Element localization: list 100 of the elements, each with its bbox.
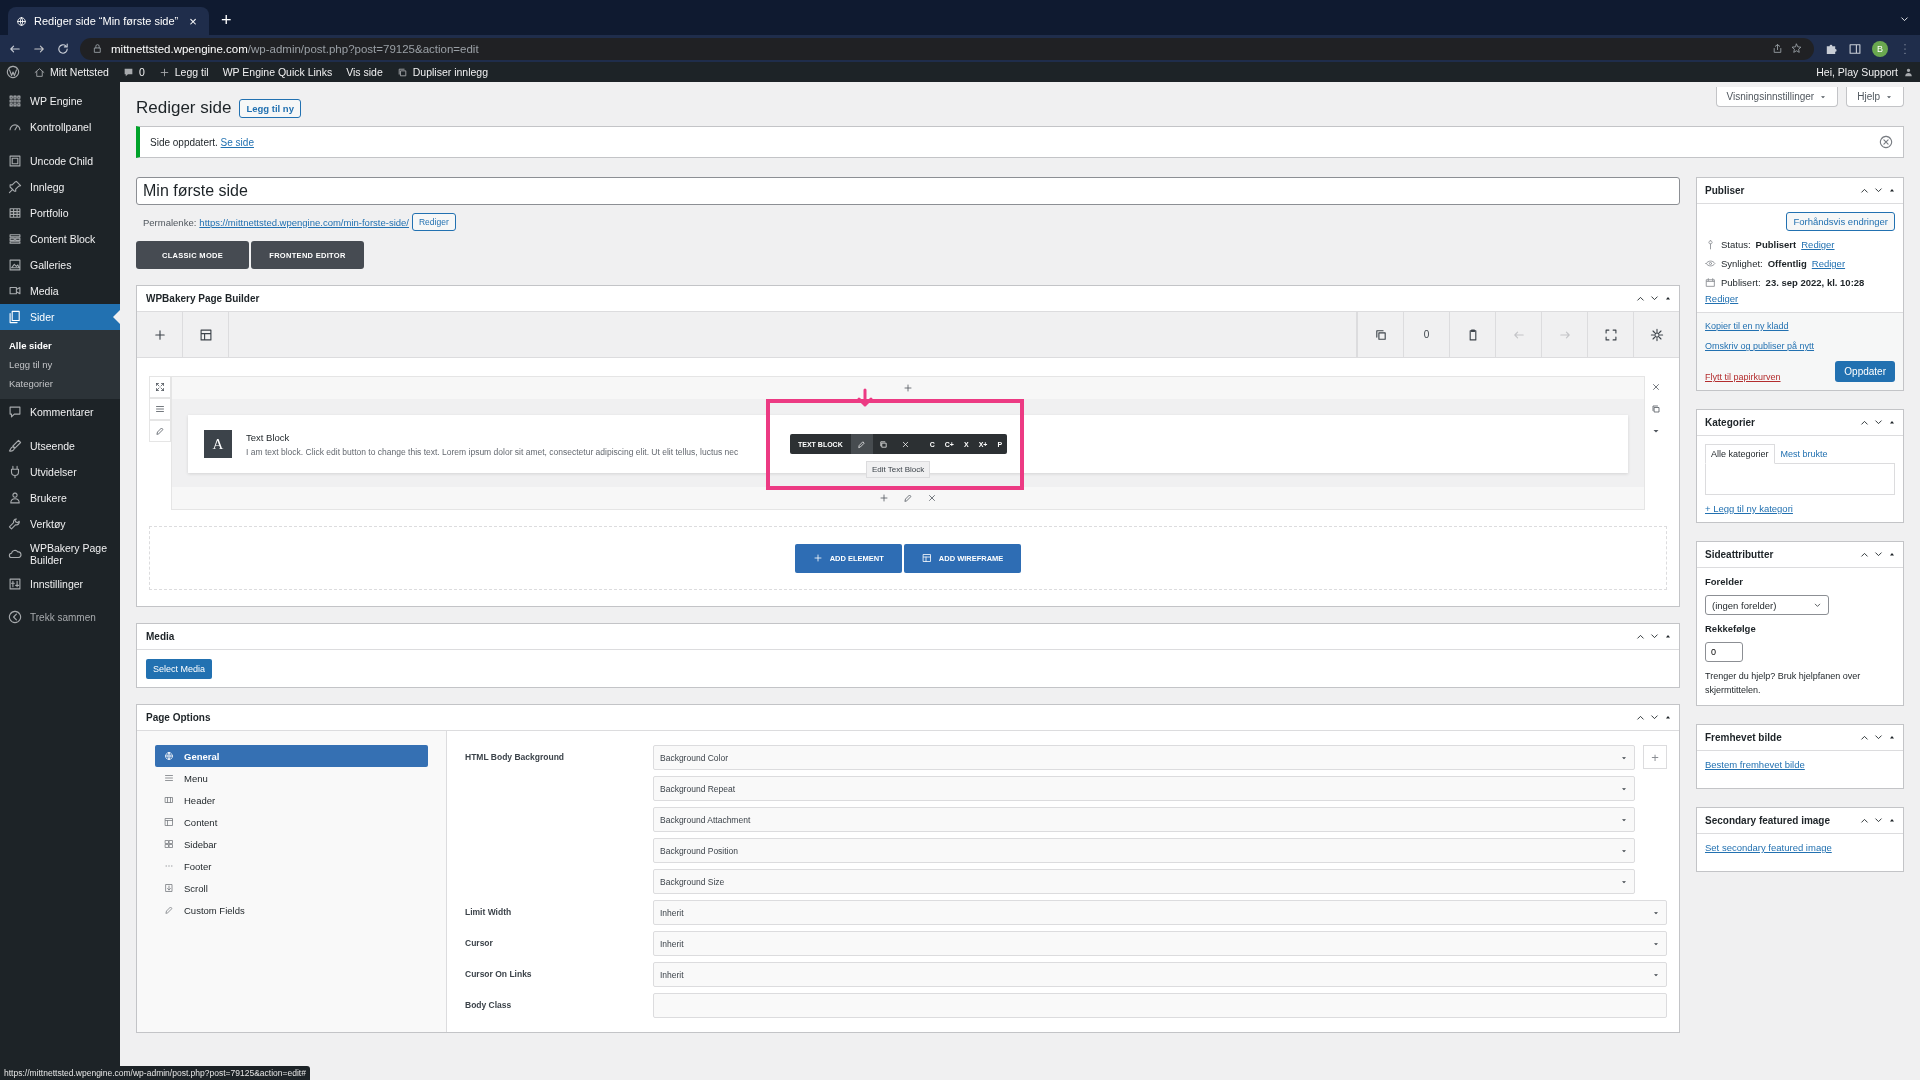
options-tab[interactable]: General xyxy=(155,745,428,767)
settings-icon[interactable] xyxy=(1649,327,1664,342)
title-field[interactable]: Min første side xyxy=(136,177,1680,205)
fullscreen-icon[interactable] xyxy=(1603,327,1618,342)
menu-item[interactable]: WPBakery Page Builder xyxy=(0,537,120,571)
view-page-link[interactable]: Se side xyxy=(220,136,254,148)
select-field[interactable]: Inherit xyxy=(653,931,1667,956)
edit-link[interactable]: Rediger xyxy=(1705,293,1739,304)
add-new-button[interactable]: Legg til ny xyxy=(239,98,301,118)
action-link[interactable]: Omskriv og publiser på nytt xyxy=(1705,341,1895,351)
address-bar[interactable]: mittnettsted.wpengine.com/wp-admin/post.php?post=79125&action=edit xyxy=(80,37,1814,60)
screen-tab-button[interactable]: Hjelp xyxy=(1846,87,1904,107)
preview-button[interactable]: Forhåndsvis endringer xyxy=(1786,212,1895,231)
menu-icon[interactable] xyxy=(155,404,165,414)
options-tab[interactable]: Footer xyxy=(155,855,428,877)
browser-tab[interactable]: Rediger side “Min første side” × xyxy=(8,7,209,35)
featured-image-link[interactable]: Set secondary featured image xyxy=(1705,842,1895,853)
close-icon[interactable] xyxy=(1879,135,1893,149)
menu-item[interactable]: Kommentarer xyxy=(0,399,120,425)
close-icon[interactable] xyxy=(1651,382,1661,392)
logo-icon[interactable] xyxy=(6,65,20,79)
plus-icon[interactable] xyxy=(152,327,167,342)
action-link[interactable]: Kopier til en ny kladd xyxy=(1705,321,1895,331)
submenu-item[interactable]: Alle sider xyxy=(0,336,120,355)
reload-icon[interactable] xyxy=(56,41,70,56)
select-field[interactable]: Inherit xyxy=(653,962,1667,987)
eye-icon xyxy=(1705,258,1716,269)
select-field[interactable]: Inherit xyxy=(653,900,1667,925)
menu-item[interactable]: Utvidelser xyxy=(0,459,120,485)
options-tab[interactable]: Custom Fields xyxy=(155,899,428,921)
screen-tab-button[interactable]: Visningsinnstillinger xyxy=(1715,87,1839,107)
close-icon[interactable] xyxy=(927,493,937,503)
copy-icon[interactable] xyxy=(879,439,889,449)
select-field[interactable]: Background Repeat xyxy=(653,776,1635,801)
pencil-icon[interactable] xyxy=(857,439,867,449)
options-tab[interactable]: Scroll xyxy=(155,877,428,899)
submenu-item[interactable]: Legg til ny xyxy=(0,355,120,374)
options-tab[interactable]: Menu xyxy=(155,767,428,789)
category-tab[interactable]: Alle kategorier xyxy=(1705,444,1775,464)
layout-icon xyxy=(164,817,174,827)
box-title: Publiser xyxy=(1705,185,1745,196)
admin-bar-link[interactable]: Vis side xyxy=(346,66,383,78)
menu-item[interactable]: Innstillinger xyxy=(0,571,120,597)
featured-image-link[interactable]: Bestem fremhevet bilde xyxy=(1705,759,1895,770)
select-field[interactable]: Background Position xyxy=(653,838,1635,863)
menu-item[interactable]: Innlegg xyxy=(0,174,120,200)
admin-bar-link[interactable]: WP Engine Quick Links xyxy=(222,66,333,78)
select-field[interactable]: Background Attachment xyxy=(653,807,1635,832)
menu-item[interactable]: Galleries xyxy=(0,252,120,278)
menu-item[interactable]: Uncode Child xyxy=(0,148,120,174)
menu-item[interactable]: Media xyxy=(0,278,120,304)
select-media-button[interactable]: Select Media xyxy=(146,659,213,679)
edit-link[interactable]: Rediger xyxy=(1801,239,1835,250)
order-field[interactable]: 0 xyxy=(1705,642,1743,662)
columns-icon xyxy=(164,795,174,805)
select-field[interactable]: Background Color xyxy=(653,745,1635,770)
plus-icon[interactable] xyxy=(879,493,889,503)
menu-item[interactable]: Utseende xyxy=(0,433,120,459)
account-link[interactable]: Hei, Play Support xyxy=(1816,66,1914,78)
site-link[interactable]: Mitt Nettsted xyxy=(34,66,109,78)
parent-select[interactable]: (ingen forelder) xyxy=(1705,595,1829,615)
comments-link[interactable]: 0 xyxy=(122,66,145,78)
close-icon[interactable] xyxy=(901,439,911,449)
move-icon[interactable] xyxy=(155,382,165,392)
new-link[interactable]: Legg til xyxy=(158,66,209,78)
options-tab[interactable]: Sidebar xyxy=(155,833,428,855)
options-tab[interactable]: Content xyxy=(155,811,428,833)
options-tab[interactable]: Header xyxy=(155,789,428,811)
pencil-icon[interactable] xyxy=(155,426,165,436)
share-icon[interactable] xyxy=(1772,43,1783,54)
plus-icon[interactable] xyxy=(903,383,913,393)
select-field[interactable]: Background Size xyxy=(653,869,1635,894)
collapse-menu-button[interactable]: Trekk sammen xyxy=(0,605,120,629)
menu-item[interactable]: Verktøy xyxy=(0,511,120,537)
category-tab[interactable]: Mest brukte xyxy=(1774,444,1834,464)
text-field[interactable] xyxy=(653,993,1667,1018)
edit-link[interactable]: Rediger xyxy=(1811,258,1846,269)
star-icon[interactable] xyxy=(1791,43,1802,54)
edit-permalink-button[interactable]: Rediger xyxy=(411,213,456,231)
copy-icon[interactable] xyxy=(1373,327,1388,342)
permalink-link[interactable]: https://mittnettsted.wpengine.com/min-forste-side/ xyxy=(199,216,409,228)
pencil-icon[interactable] xyxy=(903,493,913,503)
add-category-link[interactable]: + Legg til ny kategori xyxy=(1705,503,1895,514)
menu-item[interactable]: WP Engine xyxy=(0,88,120,114)
menu-item[interactable]: Sider xyxy=(0,304,120,330)
duplicate-link[interactable]: Dupliser innlegg xyxy=(396,66,489,78)
menu-item[interactable]: Brukere xyxy=(0,485,120,511)
update-button[interactable]: Oppdater xyxy=(1835,361,1895,382)
trash-link[interactable]: Flytt til papirkurven xyxy=(1705,372,1781,382)
new-tab-button[interactable]: + xyxy=(216,10,236,31)
layout-icon[interactable] xyxy=(198,327,213,342)
tab-close-button[interactable]: × xyxy=(185,13,201,29)
menu-item[interactable]: Content Block xyxy=(0,226,120,252)
menu-item[interactable]: Portfolio xyxy=(0,200,120,226)
menu-item[interactable]: Kontrollpanel xyxy=(0,114,120,140)
wrench-icon xyxy=(8,517,22,531)
side-panel-icon[interactable] xyxy=(1848,41,1862,56)
copy-icon[interactable] xyxy=(1651,404,1661,414)
image-icon xyxy=(8,258,22,272)
submenu-item[interactable]: Kategorier xyxy=(0,374,120,393)
